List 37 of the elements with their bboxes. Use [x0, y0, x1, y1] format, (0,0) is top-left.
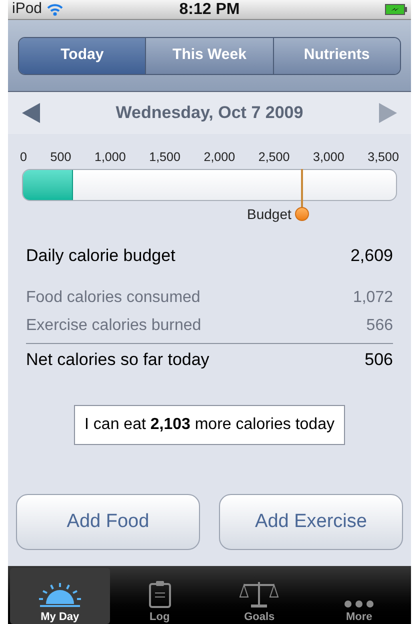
- calorie-row-value: 566: [366, 316, 393, 336]
- calorie-row-label: Daily calorie budget: [26, 244, 176, 267]
- tab-bar-item[interactable]: Log: [110, 568, 210, 624]
- segment-tab[interactable]: Nutrients: [272, 38, 400, 74]
- battery-icon: [385, 4, 407, 15]
- scale-tick-label: 2,000: [204, 149, 236, 166]
- previous-arrow-icon[interactable]: [22, 103, 40, 123]
- add-button[interactable]: Add Exercise: [219, 494, 403, 550]
- balance-scale-icon: [239, 580, 280, 608]
- segment-tab[interactable]: This Week: [145, 38, 273, 74]
- scale-tick-label: 2,500: [258, 149, 290, 166]
- scale-tick-label: 3,500: [368, 149, 399, 166]
- scale-tick-label: 0: [20, 149, 27, 166]
- budget-label: Budget: [247, 204, 292, 224]
- calorie-row-label: Food calories consumed: [26, 288, 200, 308]
- add-button[interactable]: Add Food: [16, 494, 200, 550]
- tab-bar-item[interactable]: Goals: [210, 568, 310, 624]
- tab-bar-item[interactable]: More: [309, 568, 409, 624]
- more-icon: [344, 600, 374, 608]
- clock-time: 8:12 PM: [179, 0, 240, 20]
- carrier-label: iPod: [12, 0, 42, 20]
- date-label: Wednesday, Oct 7 2009: [114, 102, 304, 124]
- sunrise-icon: [38, 582, 82, 608]
- calorie-row-label: Exercise calories burned: [26, 316, 202, 336]
- tab-bar-item[interactable]: My Day: [10, 568, 110, 624]
- calorie-row-value: 2,609: [350, 244, 393, 267]
- calorie-row-value: 1,072: [352, 288, 393, 308]
- calorie-row-value: 506: [364, 349, 393, 372]
- scale-tick-label: 500: [50, 149, 72, 166]
- remaining-calories-message: I can eat 2,103 more calories today: [74, 404, 346, 445]
- calorie-row-label: Net calories so far today: [26, 349, 210, 372]
- scale-tick-label: 1,500: [149, 149, 180, 166]
- segment-tab[interactable]: Today: [19, 38, 146, 74]
- clipboard-icon: [148, 580, 171, 608]
- wifi-icon: [46, 3, 64, 16]
- scale-tick-label: 3,000: [313, 149, 344, 166]
- scale-tick-label: 1,000: [94, 149, 126, 166]
